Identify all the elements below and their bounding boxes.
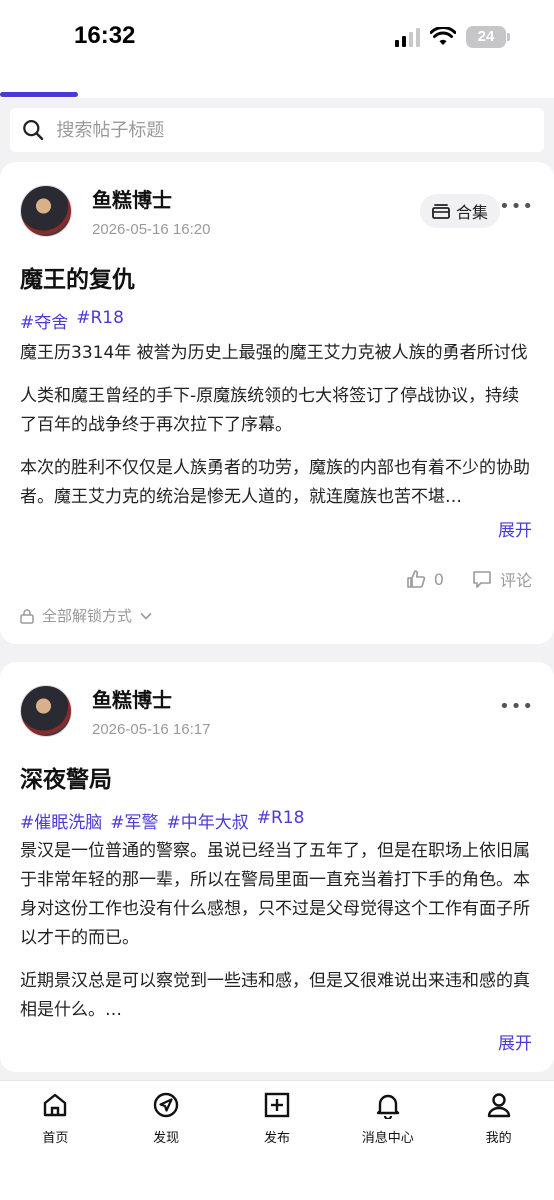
nav-label: 发布 — [263, 1131, 290, 1146]
expand-link[interactable]: 展开 — [20, 516, 532, 541]
bell-icon — [376, 1094, 399, 1119]
user-icon — [487, 1093, 510, 1118]
post-paragraph: 本次的胜利不仅仅是人族勇者的功劳，魔族的内部也有着不少的协助者。魔王艾力克的统治… — [20, 458, 530, 507]
avatar[interactable] — [20, 185, 72, 237]
plus-square-icon — [264, 1092, 290, 1118]
post-body[interactable]: 魔王历3314年 被誉为历史上最强的魔王艾力克被人族的勇者所讨伐 人类和魔王曾经… — [20, 339, 532, 512]
wifi-icon — [430, 27, 456, 45]
more-options-icon[interactable]: ••• — [499, 196, 534, 217]
tag[interactable]: #R18 — [76, 308, 124, 333]
post-body[interactable]: 景汉是一位普通的警察。虽说已经当了五年了，但是在职场上依旧属于非常年轻的那一辈，… — [20, 837, 532, 1025]
comment-label: 评论 — [499, 571, 532, 590]
nav-label: 消息中心 — [361, 1131, 414, 1146]
more-options-icon[interactable]: ••• — [499, 696, 534, 717]
author-name[interactable]: 鱼糕博士 — [92, 684, 210, 713]
post-card[interactable]: 鱼糕博士 2026-05-16 16:17 ••• 深夜警局 #催眠洗脑 #军警… — [0, 662, 554, 1072]
nav-label: 发现 — [153, 1131, 180, 1146]
search-input[interactable] — [56, 119, 532, 141]
post-paragraph: 近期景汉总是可以察觉到一些违和感，但是又很难说出来违和感的真相是什么。… — [20, 971, 530, 1020]
status-time: 16:32 — [74, 22, 136, 49]
thumbs-up-icon — [406, 570, 425, 588]
post-title[interactable]: 魔王的复仇 — [20, 260, 532, 294]
avatar[interactable] — [20, 685, 72, 737]
search-section — [0, 98, 554, 162]
nav-label: 首页 — [42, 1131, 69, 1146]
post-paragraph: 景汉是一位普通的警察。虽说已经当了五年了，但是在职场上依旧属于非常年轻的那一辈，… — [20, 841, 530, 948]
tag[interactable]: #中年大叔 — [167, 808, 249, 833]
tab-strip — [0, 74, 554, 98]
comment-icon — [473, 571, 491, 588]
unlock-methods-toggle[interactable]: 全部解锁方式 — [20, 605, 532, 626]
nav-item-home[interactable]: 首页 — [10, 1091, 100, 1200]
battery-indicator: 24 — [466, 26, 510, 48]
nav-item-discover[interactable]: 发现 — [121, 1091, 211, 1200]
active-tab-indicator — [0, 92, 78, 97]
like-button[interactable]: 0 — [406, 569, 444, 589]
status-icons: 24 — [395, 26, 510, 48]
tag[interactable]: #催眠洗脑 — [20, 808, 102, 833]
nav-item-messages[interactable]: 消息中心 — [343, 1091, 433, 1200]
bottom-nav: 首页 发现 发布 消息中心 我的 — [0, 1080, 554, 1200]
cellular-signal-icon — [395, 27, 420, 47]
nav-item-profile[interactable]: 我的 — [454, 1091, 544, 1200]
post-header: 鱼糕博士 2026-05-16 16:17 — [20, 684, 532, 738]
status-bar: 16:32 24 — [0, 0, 554, 74]
post-title[interactable]: 深夜警局 — [20, 760, 532, 794]
post-paragraph: 魔王历3314年 被誉为历史上最强的魔王艾力克被人族的勇者所讨伐 — [20, 343, 528, 363]
search-icon — [23, 120, 44, 141]
collection-button[interactable]: 合集 — [419, 194, 500, 228]
like-count: 0 — [433, 569, 444, 589]
post-actions: 0 评论 — [20, 567, 532, 591]
post-paragraph: 人类和魔王曾经的手下-原魔族统领的七大将签订了停战协议，持续了百年的战争终于再次… — [20, 386, 520, 435]
lock-icon — [20, 608, 34, 624]
tag[interactable]: #军警 — [110, 808, 158, 833]
collection-icon — [432, 204, 450, 219]
tag-list: #催眠洗脑 #军警 #中年大叔 #R18 — [20, 808, 532, 833]
tag[interactable]: #R18 — [257, 808, 305, 833]
post-card[interactable]: 鱼糕博士 2026-05-16 16:20 合集 ••• 魔王的复仇 #夺舍 #… — [0, 162, 554, 644]
author-name[interactable]: 鱼糕博士 — [92, 184, 210, 213]
tag[interactable]: #夺舍 — [20, 308, 68, 333]
tag-list: #夺舍 #R18 — [20, 308, 532, 333]
compass-icon — [153, 1092, 179, 1118]
expand-link[interactable]: 展开 — [20, 1029, 532, 1054]
unlock-label: 全部解锁方式 — [42, 607, 133, 625]
chevron-down-icon — [140, 612, 152, 620]
comment-button[interactable]: 评论 — [472, 567, 532, 591]
search-box[interactable] — [10, 108, 544, 152]
nav-item-publish[interactable]: 发布 — [232, 1091, 322, 1200]
home-icon — [44, 1093, 67, 1117]
nav-label: 我的 — [485, 1131, 512, 1146]
post-time: 2026-05-16 16:17 — [92, 721, 211, 738]
collection-label: 合集 — [455, 203, 488, 222]
post-time: 2026-05-16 16:20 — [92, 221, 211, 238]
